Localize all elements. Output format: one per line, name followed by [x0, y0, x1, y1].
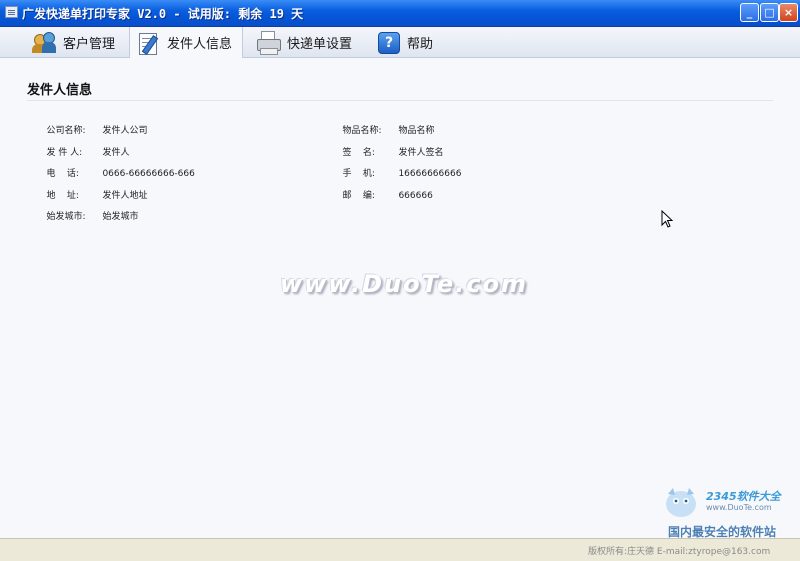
origin-city-value: 始发城市: [102, 212, 139, 222]
tab-sender-info[interactable]: 发件人信息: [129, 27, 243, 58]
close-button[interactable]: ×: [779, 3, 798, 22]
sender-info-panel: 发件人信息 公司名称: 发件人公司 发 件 人: 发件人 电 话: 0666-6666…: [0, 58, 800, 538]
mascot-logo-icon: [662, 484, 700, 520]
customers-icon: [32, 30, 56, 54]
app-icon: [5, 6, 18, 18]
tab-bar: 客户管理 发件人信息 快递单设置 ? 帮助: [0, 27, 800, 58]
printer-icon: [256, 30, 281, 55]
tab-label: 发件人信息: [167, 37, 233, 52]
tab-help[interactable]: ? 帮助: [370, 27, 446, 57]
section-divider: [27, 100, 773, 101]
brand-site: www.DuoTe.com: [706, 503, 772, 512]
tab-label: 帮助: [407, 36, 434, 52]
help-icon: ?: [376, 30, 400, 54]
brand-logo-text: 2345软件大全: [706, 490, 781, 503]
copyright-text: 版权所有:庄天德 E-mail:ztyrope@163.com: [588, 547, 771, 557]
title-bar: 广发快递单打印专家 V2.0 - 试用版: 剩余 19 天 _ □ ×: [0, 0, 800, 27]
origin-city-label: 始发城市:: [46, 212, 86, 222]
sender-info-icon: [136, 31, 160, 55]
postcode-label: 邮 编:: [342, 191, 375, 201]
minimize-button[interactable]: _: [740, 3, 759, 22]
postcode-field: 邮 编: 666666: [331, 178, 433, 211]
tab-waybill-settings[interactable]: 快递单设置: [250, 27, 362, 57]
section-title: 发件人信息: [27, 83, 93, 98]
tab-label: 快递单设置: [287, 36, 353, 52]
window-title: 广发快递单打印专家 V2.0 - 试用版: 剩余 19 天: [22, 7, 304, 21]
watermark-text: www.DuoTe.com: [280, 270, 528, 298]
status-bar: 版权所有:庄天德 E-mail:ztyrope@163.com: [0, 538, 800, 561]
tab-label: 客户管理: [63, 36, 116, 52]
origin-city-field: 始发城市: 始发城市: [35, 199, 138, 232]
tab-customer-management[interactable]: 客户管理: [26, 27, 124, 57]
postcode-value: 666666: [398, 191, 433, 201]
maximize-button[interactable]: □: [760, 3, 779, 22]
